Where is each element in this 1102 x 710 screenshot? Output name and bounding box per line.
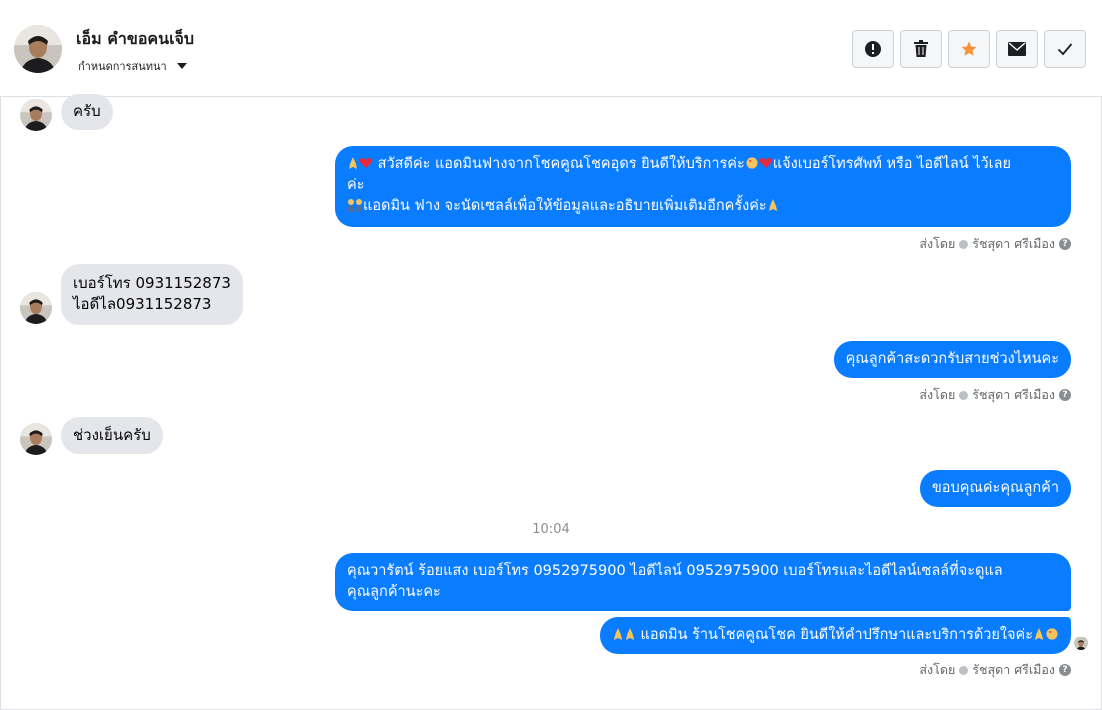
folded-hands-emoji-icon — [613, 628, 622, 640]
heart-emoji-icon — [359, 158, 373, 168]
message-text: คุณลูกค้านะคะ — [347, 584, 441, 600]
message-text: ไอดีไล0931152873 — [73, 295, 212, 313]
sent-by-label: ส่งโดย — [919, 236, 956, 251]
envelope-icon — [1008, 42, 1026, 56]
check-icon — [1057, 43, 1073, 56]
message-text: ค่ะ — [347, 177, 365, 193]
sent-by-info: ส่งโดย รัชสุดา ศรีเมือง ? — [919, 385, 1071, 405]
message-incoming: เบอร์โทร 0931152873 ไอดีไล0931152873 — [61, 264, 243, 325]
sent-by-label: ส่งโดย — [919, 662, 956, 677]
people-holding-hands-emoji-icon — [348, 199, 362, 212]
message-text: แอดมิน ร้านโชคคูณโชค ยินดีให้คำปรึกษาและ… — [635, 627, 1033, 643]
conversation-options-label: กำหนดการสนทนา — [78, 60, 167, 73]
sent-by-info: ส่งโดย รัชสุดา ศรีเมือง ? — [919, 660, 1071, 680]
exclamation-circle-icon — [865, 41, 881, 57]
help-icon[interactable]: ? — [1059, 238, 1071, 250]
message-text: เบอร์โทร 0931152873 — [73, 274, 231, 292]
agent-status-icon — [959, 665, 969, 675]
folded-hands-emoji-icon — [349, 157, 357, 169]
sent-by-info: ส่งโดย รัชสุดา ศรีเมือง ? — [919, 234, 1071, 254]
message-outgoing: แอดมิน ร้านโชคคูณโชค ยินดีให้คำปรึกษาและ… — [599, 617, 1071, 654]
conversation-options-dropdown[interactable]: กำหนดการสนทนา — [78, 57, 187, 75]
message-line: สวัสดีค่ะ แอดมินฟางจากโชคคูณโชคอุดร ยินด… — [347, 154, 1059, 175]
customer-avatar[interactable] — [20, 292, 52, 324]
smiling-face-hearts-emoji-icon — [746, 157, 758, 169]
trash-icon — [914, 40, 928, 57]
mail-button[interactable] — [996, 30, 1038, 68]
customer-avatar[interactable] — [20, 423, 52, 455]
message-outgoing: ขอบคุณค่ะคุณลูกค้า — [919, 470, 1071, 507]
agent-name: รัชสุดา ศรีเมือง — [972, 387, 1055, 402]
message-text: แอดมิน ฟาง จะนัดเซลล์เพื่อให้ข้อมูลและอธ… — [363, 198, 767, 214]
caret-down-icon — [176, 63, 187, 69]
message-outgoing: คุณวารัตน์ ร้อยแสง เบอร์โทร 0952975900 ไ… — [335, 553, 1071, 611]
agent-status-icon — [959, 390, 969, 400]
message-text: คุณลูกค้าสะดวกรับสายช่วงไหนคะ — [845, 351, 1059, 367]
customer-avatar[interactable] — [20, 99, 52, 131]
folded-hands-emoji-icon — [625, 628, 634, 640]
smiling-face-hearts-emoji-icon — [1046, 628, 1058, 640]
message-outgoing: คุณลูกค้าสะดวกรับสายช่วงไหนคะ — [833, 341, 1071, 378]
seen-avatar — [1074, 636, 1088, 650]
done-button[interactable] — [1044, 30, 1086, 68]
agent-name: รัชสุดา ศรีเมือง — [972, 662, 1055, 677]
heart-emoji-icon — [759, 158, 773, 168]
message-text: สวัสดีค่ะ แอดมินฟางจากโชคคูณโชคอุดร ยินด… — [373, 156, 745, 172]
agent-status-icon — [959, 239, 969, 249]
sent-by-label: ส่งโดย — [919, 387, 956, 402]
message-outgoing: สวัสดีค่ะ แอดมินฟางจากโชคคูณโชคอุดร ยินด… — [335, 146, 1071, 227]
contact-name[interactable]: เอ็ม คำขอคนเจ็บ — [76, 27, 194, 52]
message-incoming: ช่วงเย็นครับ — [61, 417, 163, 454]
message-text: ครับ — [73, 102, 101, 120]
header-actions — [852, 30, 1086, 68]
folded-hands-emoji-icon — [768, 199, 777, 211]
star-button[interactable] — [948, 30, 990, 68]
star-icon — [961, 41, 977, 56]
message-text: แจ้งเบอร์โทรศัพท์ หรือ ไอดีไลน์ ไว้เลย — [772, 156, 1011, 172]
folded-hands-emoji-icon — [1035, 628, 1043, 640]
contact-avatar[interactable] — [14, 25, 62, 73]
message-text: ขอบคุณค่ะคุณลูกค้า — [931, 480, 1059, 496]
help-icon[interactable]: ? — [1059, 389, 1071, 401]
agent-name: รัชสุดา ศรีเมือง — [972, 236, 1055, 251]
message-line: แอดมิน ฟาง จะนัดเซลล์เพื่อให้ข้อมูลและอธ… — [347, 196, 1059, 217]
message-text: คุณวารัตน์ ร้อยแสง เบอร์โทร 0952975900 ไ… — [347, 563, 1003, 579]
conversation-header: เอ็ม คำขอคนเจ็บ กำหนดการสนทนา — [0, 0, 1102, 97]
message-incoming: ครับ — [61, 94, 113, 130]
alert-button[interactable] — [852, 30, 894, 68]
message-text: ช่วงเย็นครับ — [73, 426, 151, 444]
help-icon[interactable]: ? — [1059, 664, 1071, 676]
delete-button[interactable] — [900, 30, 942, 68]
time-divider: 10:04 — [532, 522, 570, 537]
